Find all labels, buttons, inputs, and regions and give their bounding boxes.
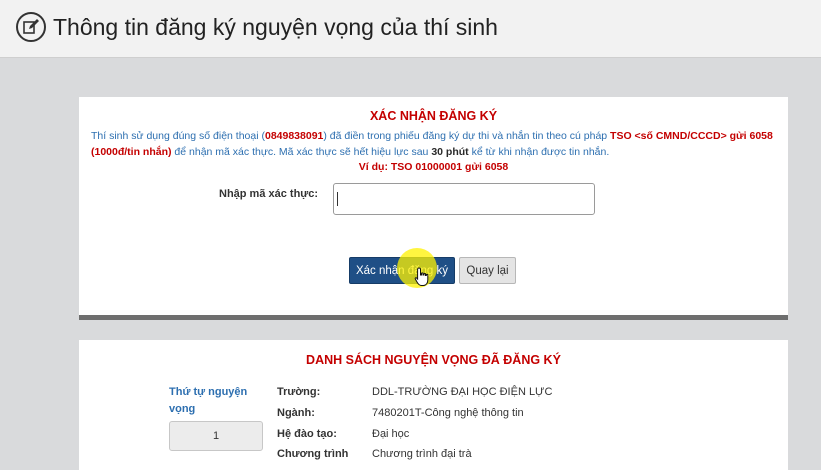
program-label: Chương trình xyxy=(277,448,349,460)
edit-icon xyxy=(16,12,46,42)
hand-cursor-icon xyxy=(414,267,429,286)
instruction-text: ) đã điền trong phiếu đăng ký dự thi và … xyxy=(323,130,611,142)
instruction-text: Thí sinh sử dụng đúng số điện thoại ( xyxy=(91,130,265,142)
training-system-value: Đại học xyxy=(372,428,410,440)
wishes-list-title: DANH SÁCH NGUYỆN VỌNG ĐÃ ĐĂNG KÝ xyxy=(306,353,561,367)
major-label: Ngành: xyxy=(277,407,315,419)
instruction-text: để nhận mã xác thực. Mã xác thực sẽ hết … xyxy=(171,146,432,158)
program-value: Chương trình đại trà xyxy=(372,448,472,460)
major-value: 7480201T-Công nghệ thông tin xyxy=(372,407,524,419)
text-caret xyxy=(337,192,338,206)
sms-example: Ví dụ: TSO 01000001 gửi 6058 xyxy=(358,161,509,173)
phone-number: 0849838091 xyxy=(264,130,324,142)
page-header: Thông tin đăng ký nguyện vọng của thí si… xyxy=(0,0,821,58)
instruction-text: kể từ khi nhận được tin nhắn. xyxy=(468,146,610,158)
validity-time: 30 phút xyxy=(431,146,469,158)
school-value: DDL-TRƯỜNG ĐẠI HỌC ĐIỆN LỰC xyxy=(372,386,553,398)
registered-wishes-card: DANH SÁCH NGUYỆN VỌNG ĐÃ ĐĂNG KÝ Thứ tự … xyxy=(79,340,788,470)
training-system-label: Hệ đào tạo: xyxy=(277,428,337,440)
sms-instruction: Thí sinh sử dụng đúng số điện thoại (084… xyxy=(91,128,781,160)
confirm-registration-card: XÁC NHẬN ĐĂNG KÝ Thí sinh sử dụng đúng s… xyxy=(79,97,788,320)
confirm-title: XÁC NHẬN ĐĂNG KÝ xyxy=(369,109,498,123)
wish-order-label: Thứ tự nguyện vọng xyxy=(169,386,248,415)
page-title: Thông tin đăng ký nguyện vọng của thí si… xyxy=(53,14,498,40)
verification-code-input[interactable] xyxy=(333,183,595,215)
verification-code-label: Nhập mã xác thực: xyxy=(219,188,319,200)
school-label: Trường: xyxy=(277,386,321,398)
wish-order-field[interactable]: 1 xyxy=(169,421,263,451)
back-button[interactable]: Quay lại xyxy=(459,257,516,284)
